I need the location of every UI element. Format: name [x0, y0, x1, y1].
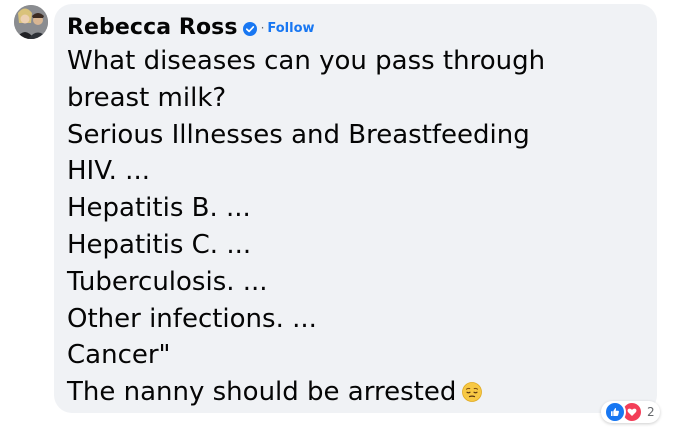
comment-header: Rebecca Ross · Follow	[67, 10, 643, 44]
like-icon	[604, 401, 626, 423]
comment-bubble: Rebecca Ross · Follow What diseases can …	[54, 4, 657, 413]
comment-line: breast milk?	[67, 82, 227, 113]
comment-line: What diseases can you pass through	[67, 46, 546, 76]
comment-line: Serious Illnesses and Breastfeeding	[67, 119, 530, 150]
comment-line: Other infections. ...	[67, 303, 317, 334]
comment-line: Hepatitis B. ...	[67, 193, 251, 224]
reactions-summary[interactable]: 2	[601, 401, 660, 423]
separator-dot: ·	[260, 21, 265, 35]
comment-page: Rebecca Ross · Follow What diseases can …	[0, 0, 700, 431]
avatar[interactable]	[14, 5, 48, 39]
comment-line: Cancer"	[67, 340, 171, 371]
avatar-photo	[14, 5, 48, 39]
comment-line: Tuberculosis. ...	[67, 266, 268, 297]
comment-line: Hepatitis C. ...	[67, 229, 252, 260]
comment-line: The nanny should be arrested	[67, 377, 457, 408]
follow-button[interactable]: Follow	[267, 21, 314, 36]
comment-text: What diseases can you pass through breas…	[67, 43, 643, 411]
author-name[interactable]: Rebecca Ross	[67, 15, 238, 40]
reaction-count: 2	[647, 405, 655, 419]
pensive-face-emoji-icon	[462, 376, 483, 403]
comment-last-line: The nanny should be arrested	[67, 374, 643, 411]
verified-badge-icon	[242, 21, 257, 36]
comment-line: HIV. ...	[67, 156, 150, 187]
